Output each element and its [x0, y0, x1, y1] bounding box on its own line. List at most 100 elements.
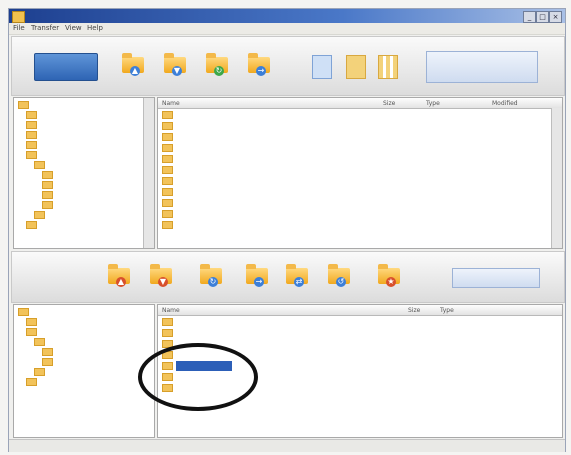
- top-list-scrollbar[interactable]: [551, 108, 562, 248]
- table-row[interactable]: [158, 176, 550, 186]
- column-size[interactable]: Size: [383, 100, 395, 107]
- copy-files-tool[interactable]: [342, 51, 368, 81]
- move-folder-tool[interactable]: →: [246, 51, 272, 81]
- folder-icon: [42, 171, 53, 179]
- table-row[interactable]: [158, 110, 550, 120]
- transfer-toolbar: ▲ ▼ ↻ → ⇄ ↺ ★: [11, 251, 565, 303]
- menu-transfer[interactable]: Transfer: [31, 24, 59, 32]
- tree-item[interactable]: [18, 348, 154, 358]
- folder-icon: [42, 348, 53, 356]
- folder-icon: [34, 338, 45, 346]
- file-icon: [162, 177, 173, 185]
- top-list-header: Name Size Type Modified: [158, 98, 562, 109]
- tree-item[interactable]: [18, 318, 154, 328]
- tree-item[interactable]: [18, 308, 154, 318]
- folder-icon: [162, 144, 173, 152]
- maximize-button[interactable]: □: [536, 11, 549, 23]
- close-button[interactable]: ×: [549, 11, 562, 23]
- tree-item[interactable]: [18, 358, 154, 368]
- folder-icon: [26, 111, 37, 119]
- folder-icon: [42, 201, 53, 209]
- folder-icon: [42, 358, 53, 366]
- tree-item[interactable]: [18, 181, 154, 191]
- menu-file[interactable]: File: [13, 24, 25, 32]
- folder-icon: [26, 131, 37, 139]
- tree-item[interactable]: [18, 378, 154, 388]
- tree-item[interactable]: [18, 121, 154, 131]
- tree-item[interactable]: [18, 211, 154, 221]
- download-folder-tool[interactable]: ▼: [162, 51, 188, 81]
- tree-item[interactable]: [18, 101, 154, 111]
- tree-item[interactable]: [18, 131, 154, 141]
- folder-copy-tool[interactable]: ⇄: [284, 262, 310, 292]
- table-row[interactable]: [158, 187, 550, 197]
- column-type[interactable]: Type: [440, 307, 454, 314]
- column-size[interactable]: Size: [408, 307, 420, 314]
- highlight-circle-annotation: [138, 343, 258, 411]
- tree-item[interactable]: [18, 151, 154, 161]
- status-bar: [9, 439, 565, 452]
- pages-tool[interactable]: [308, 51, 334, 81]
- folder-icon: [162, 133, 173, 141]
- tree-item[interactable]: [18, 141, 154, 151]
- folder-upload-tool[interactable]: ▲: [106, 262, 132, 292]
- folder-download-tool[interactable]: ▼: [148, 262, 174, 292]
- folder-icon: [26, 221, 37, 229]
- table-row[interactable]: [158, 220, 550, 230]
- table-row[interactable]: [158, 132, 550, 142]
- tree-item[interactable]: [18, 338, 154, 348]
- folder-star-tool[interactable]: ★: [376, 262, 402, 292]
- table-row[interactable]: [158, 165, 550, 175]
- table-row[interactable]: [158, 154, 550, 164]
- folder-icon: [26, 328, 37, 336]
- folder-refresh-tool[interactable]: ↺: [326, 262, 352, 292]
- column-modified[interactable]: Modified: [492, 100, 518, 107]
- file-icon: [162, 166, 173, 174]
- folder-icon: [162, 111, 173, 119]
- tree-item[interactable]: [18, 328, 154, 338]
- menu-view[interactable]: View: [65, 24, 82, 32]
- tree-item[interactable]: [18, 368, 154, 378]
- column-name[interactable]: Name: [162, 100, 180, 107]
- tree-item[interactable]: [18, 221, 154, 231]
- folder-icon: [42, 191, 53, 199]
- folder-icon: [34, 161, 45, 169]
- table-row[interactable]: [158, 198, 550, 208]
- tree-item[interactable]: [18, 191, 154, 201]
- tree-item[interactable]: [18, 171, 154, 181]
- menu-bar: File Transfer View Help: [9, 23, 565, 35]
- tree-item[interactable]: [18, 201, 154, 211]
- folder-icon: [162, 329, 173, 337]
- minimize-button[interactable]: _: [523, 11, 536, 23]
- sync-folder-tool[interactable]: ↻: [204, 51, 230, 81]
- app-logo: [34, 53, 98, 81]
- title-bar: _ □ ×: [9, 9, 565, 23]
- folder-icon: [26, 378, 37, 386]
- columns-tool[interactable]: [374, 51, 400, 81]
- upload-folder-tool[interactable]: ▲: [120, 51, 146, 81]
- top-tree-scrollbar[interactable]: [143, 98, 154, 248]
- computer-icon: [18, 308, 29, 316]
- file-icon: [162, 221, 173, 229]
- transfer-status-panel[interactable]: [452, 268, 540, 288]
- table-row[interactable]: [158, 209, 550, 219]
- connection-panel[interactable]: [426, 51, 538, 83]
- column-type[interactable]: Type: [426, 100, 440, 107]
- table-row[interactable]: [158, 121, 550, 131]
- menu-help[interactable]: Help: [87, 24, 103, 32]
- file-name: [176, 317, 376, 327]
- table-row[interactable]: [158, 328, 562, 338]
- folder-sync-tool[interactable]: ↻: [198, 262, 224, 292]
- folder-icon: [162, 318, 173, 326]
- folder-icon: [18, 101, 29, 109]
- tree-item[interactable]: [18, 161, 154, 171]
- pages-icon: [312, 55, 332, 79]
- main-toolbar: ▲ ▼ ↻ →: [11, 36, 565, 96]
- tree-item[interactable]: [18, 111, 154, 121]
- column-name[interactable]: Name: [162, 307, 180, 314]
- file-icon: [162, 188, 173, 196]
- folder-icon: [26, 141, 37, 149]
- table-row[interactable]: [158, 317, 562, 327]
- table-row[interactable]: [158, 143, 550, 153]
- folder-move-tool[interactable]: →: [244, 262, 270, 292]
